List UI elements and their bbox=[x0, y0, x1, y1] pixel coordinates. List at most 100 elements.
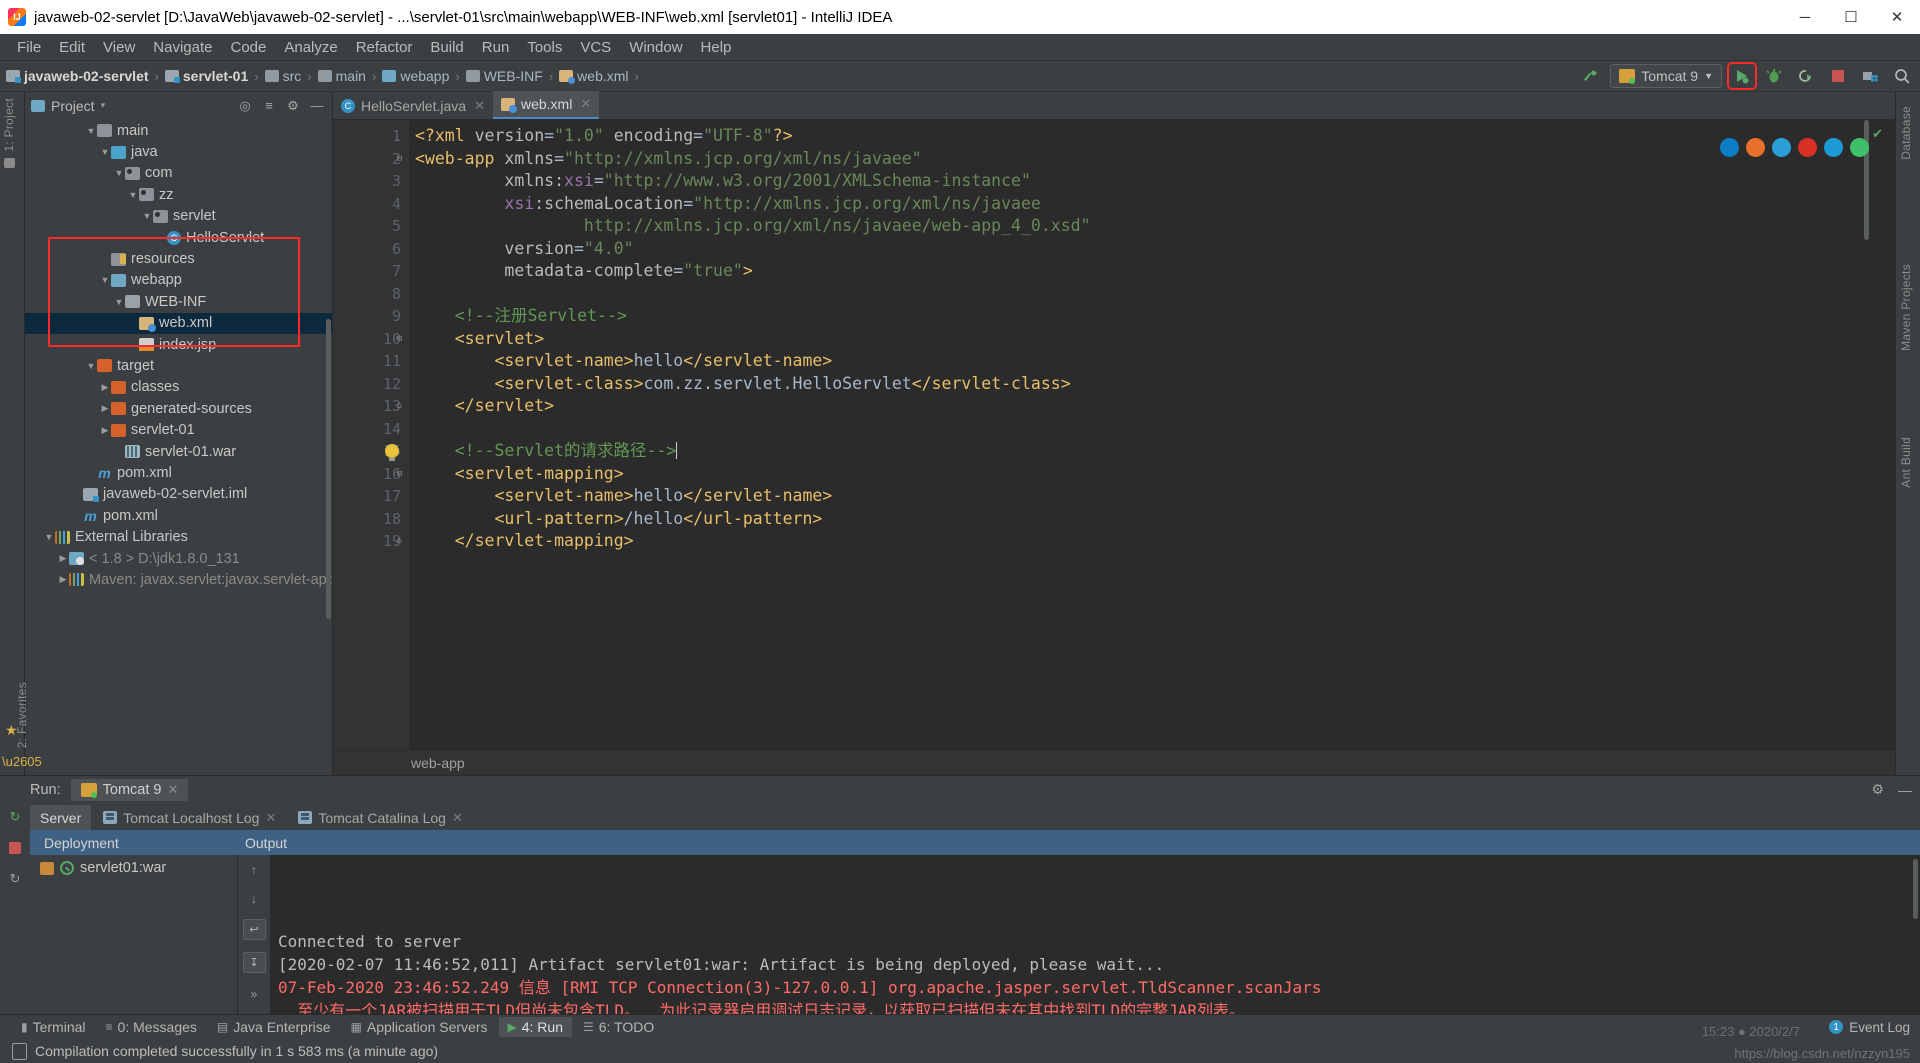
gear-icon[interactable]: ⚙ bbox=[284, 97, 302, 115]
code-fold-icon[interactable]: ⌂ bbox=[394, 536, 405, 547]
tool-window-ant[interactable]: Ant Build bbox=[1899, 437, 1913, 488]
tree-node-javaweb-02-servlet-iml[interactable]: javaweb-02-servlet.iml bbox=[25, 484, 332, 505]
tree-toggle-expanded-icon[interactable] bbox=[99, 147, 111, 157]
code-fold-icon[interactable]: ⌂ bbox=[394, 401, 405, 412]
tree-toggle-expanded-icon[interactable] bbox=[127, 190, 139, 200]
bottom-tab-run[interactable]: ▶ 4: Run bbox=[498, 1017, 572, 1037]
tree-node-webapp[interactable]: webapp bbox=[25, 270, 332, 291]
tree-node-web-xml[interactable]: web.xml bbox=[25, 312, 332, 334]
menu-code[interactable]: Code bbox=[221, 36, 275, 59]
menu-tools[interactable]: Tools bbox=[518, 36, 571, 59]
rerun-icon[interactable] bbox=[1794, 65, 1818, 87]
deployment-item[interactable]: servlet01:war bbox=[30, 855, 237, 881]
breadcrumb-item-webapp[interactable]: webapp › bbox=[382, 68, 465, 84]
menu-refactor[interactable]: Refactor bbox=[347, 36, 422, 59]
tree-node-classes[interactable]: classes bbox=[25, 377, 332, 398]
intention-bulb-icon[interactable] bbox=[385, 444, 399, 462]
redeploy-icon[interactable]: ↻ bbox=[7, 870, 24, 887]
tree-toggle-collapsed-icon[interactable] bbox=[99, 425, 111, 436]
breadcrumb-item-src[interactable]: src › bbox=[264, 68, 318, 84]
tree-toggle-expanded-icon[interactable] bbox=[113, 297, 125, 307]
search-icon[interactable] bbox=[1890, 65, 1914, 87]
editor-code-content[interactable]: <?xml version="1.0" encoding="UTF-8"?> <w… bbox=[409, 120, 1895, 750]
hide-icon[interactable]: — bbox=[1898, 782, 1912, 798]
code-fold-icon[interactable]: ⊟ bbox=[394, 333, 405, 344]
stop-icon[interactable] bbox=[1826, 65, 1850, 87]
tree-toggle-expanded-icon[interactable] bbox=[99, 275, 111, 285]
tree-node-index-jsp[interactable]: index.jsp bbox=[25, 334, 332, 355]
soft-wrap-icon[interactable]: ↩ bbox=[242, 919, 266, 940]
tree-node-external-libraries[interactable]: External Libraries bbox=[25, 526, 332, 547]
safari-icon[interactable] bbox=[1772, 138, 1791, 157]
bottom-tab-terminal[interactable]: ▮ Terminal bbox=[12, 1017, 95, 1037]
code-fold-icon[interactable]: ⊟ bbox=[394, 468, 405, 479]
project-tree-scrollbar[interactable] bbox=[326, 319, 331, 619]
console-scrollbar[interactable] bbox=[1913, 859, 1918, 919]
menu-file[interactable]: File bbox=[8, 36, 50, 59]
tool-window-project[interactable]: 1: Project bbox=[2, 98, 16, 152]
tree-toggle-collapsed-icon[interactable] bbox=[57, 574, 69, 585]
ie-icon[interactable] bbox=[1824, 138, 1843, 157]
run-config-tab[interactable]: Tomcat 9 ✕ bbox=[70, 778, 189, 801]
tree-node-resources[interactable]: resources bbox=[25, 248, 332, 269]
edge-icon[interactable] bbox=[1720, 138, 1739, 157]
hide-icon[interactable]: — bbox=[308, 97, 326, 115]
open-layout-icon[interactable] bbox=[1858, 65, 1882, 87]
chevron-down-icon[interactable]: ▾ bbox=[101, 100, 106, 111]
tool-window-maven[interactable]: Maven Projects bbox=[1899, 264, 1913, 351]
scroll-up-icon[interactable]: ↑ bbox=[245, 861, 264, 878]
breadcrumb-item-webxml[interactable]: web.xml › bbox=[559, 68, 645, 84]
close-icon[interactable]: ✕ bbox=[474, 98, 485, 114]
tree-node-servlet-01[interactable]: servlet-01 bbox=[25, 419, 332, 440]
menu-window[interactable]: Window bbox=[620, 36, 691, 59]
menu-run[interactable]: Run bbox=[473, 36, 519, 59]
tree-toggle-collapsed-icon[interactable] bbox=[99, 403, 111, 414]
gear-icon[interactable]: ⚙ bbox=[1871, 781, 1884, 798]
tree-node-target[interactable]: target bbox=[25, 355, 332, 376]
tree-node-com[interactable]: com bbox=[25, 163, 332, 184]
code-fold-icon[interactable]: ⊟ bbox=[394, 153, 405, 164]
debug-bug-icon[interactable] bbox=[1762, 65, 1786, 87]
menu-build[interactable]: Build bbox=[421, 36, 472, 59]
tree-node-web-inf[interactable]: WEB-INF bbox=[25, 291, 332, 312]
tab-web-xml[interactable]: web.xml ✕ bbox=[492, 91, 600, 119]
breadcrumb-item-webinf[interactable]: WEB-INF › bbox=[465, 68, 559, 84]
code-editor[interactable]: 1 2⊟3 4 5 6 7 8 9 10⊟11 12 13⌂14 1516⊟17 18 19⌂ <?xml… bbox=[333, 120, 1895, 750]
editor-gutter[interactable]: 1 2⊟3 4 5 6 7 8 9 10⊟11 12 13⌂14 1516⊟17 18 19⌂ bbox=[333, 120, 409, 750]
tab-helloservlet-java[interactable]: C HelloServlet.java ✕ bbox=[333, 93, 493, 119]
tree-toggle-collapsed-icon[interactable] bbox=[99, 382, 111, 393]
locate-icon[interactable]: ◎ bbox=[236, 97, 254, 115]
menu-help[interactable]: Help bbox=[692, 36, 741, 59]
minimize-button[interactable]: ─ bbox=[1782, 0, 1828, 34]
rerun-icon[interactable]: ↻ bbox=[7, 808, 24, 825]
menu-analyze[interactable]: Analyze bbox=[275, 36, 346, 59]
close-icon[interactable]: ✕ bbox=[167, 782, 178, 798]
scroll-down-icon[interactable]: ↓ bbox=[245, 890, 264, 907]
tree-node-generated-sources[interactable]: generated-sources bbox=[25, 398, 332, 419]
tree-toggle-expanded-icon[interactable] bbox=[85, 126, 97, 136]
subtab-tomcat-catalina-log[interactable]: Tomcat Catalina Log ✕ bbox=[288, 805, 473, 830]
bottom-tab-messages[interactable]: ≡ 0: Messages bbox=[97, 1017, 206, 1037]
subtab-server[interactable]: Server bbox=[30, 805, 92, 830]
event-log-button[interactable]: 1 Event Log bbox=[1829, 1020, 1910, 1035]
tree-node-maven-javax-servlet-javax-servlet-api-4-0-1[interactable]: Maven: javax.servlet:javax.servlet-api:4… bbox=[25, 569, 332, 590]
run-configuration-selector[interactable]: Tomcat 9 ▼ bbox=[1610, 64, 1722, 88]
tree-toggle-expanded-icon[interactable] bbox=[43, 532, 55, 542]
tree-node-1-8-d-jdk1-8-0-131[interactable]: < 1.8 > D:\jdk1.8.0_131 bbox=[25, 548, 332, 569]
subtab-tomcat-localhost-log[interactable]: Tomcat Localhost Log ✕ bbox=[93, 805, 286, 830]
opera-icon[interactable] bbox=[1798, 138, 1817, 157]
close-icon[interactable]: ✕ bbox=[452, 810, 463, 826]
menu-view[interactable]: View bbox=[94, 36, 144, 59]
breadcrumb-item-main[interactable]: main › bbox=[317, 68, 383, 84]
tree-node-servlet-01-war[interactable]: servlet-01.war bbox=[25, 441, 332, 462]
bottom-tab-application-servers[interactable]: ▦ Application Servers bbox=[342, 1017, 497, 1037]
tree-node-java[interactable]: java bbox=[25, 141, 332, 162]
tree-toggle-expanded-icon[interactable] bbox=[85, 361, 97, 371]
run-button[interactable] bbox=[1727, 62, 1757, 90]
bottom-tab-java-enterprise[interactable]: ▤ Java Enterprise bbox=[208, 1017, 340, 1037]
menu-vcs[interactable]: VCS bbox=[571, 36, 620, 59]
breadcrumb-item-project[interactable]: javaweb-02-servlet › bbox=[6, 68, 165, 84]
bottom-tab-todo[interactable]: ☰ 6: TODO bbox=[574, 1017, 663, 1037]
tree-toggle-expanded-icon[interactable] bbox=[113, 168, 125, 178]
tool-window-database[interactable]: Database bbox=[1899, 106, 1913, 160]
